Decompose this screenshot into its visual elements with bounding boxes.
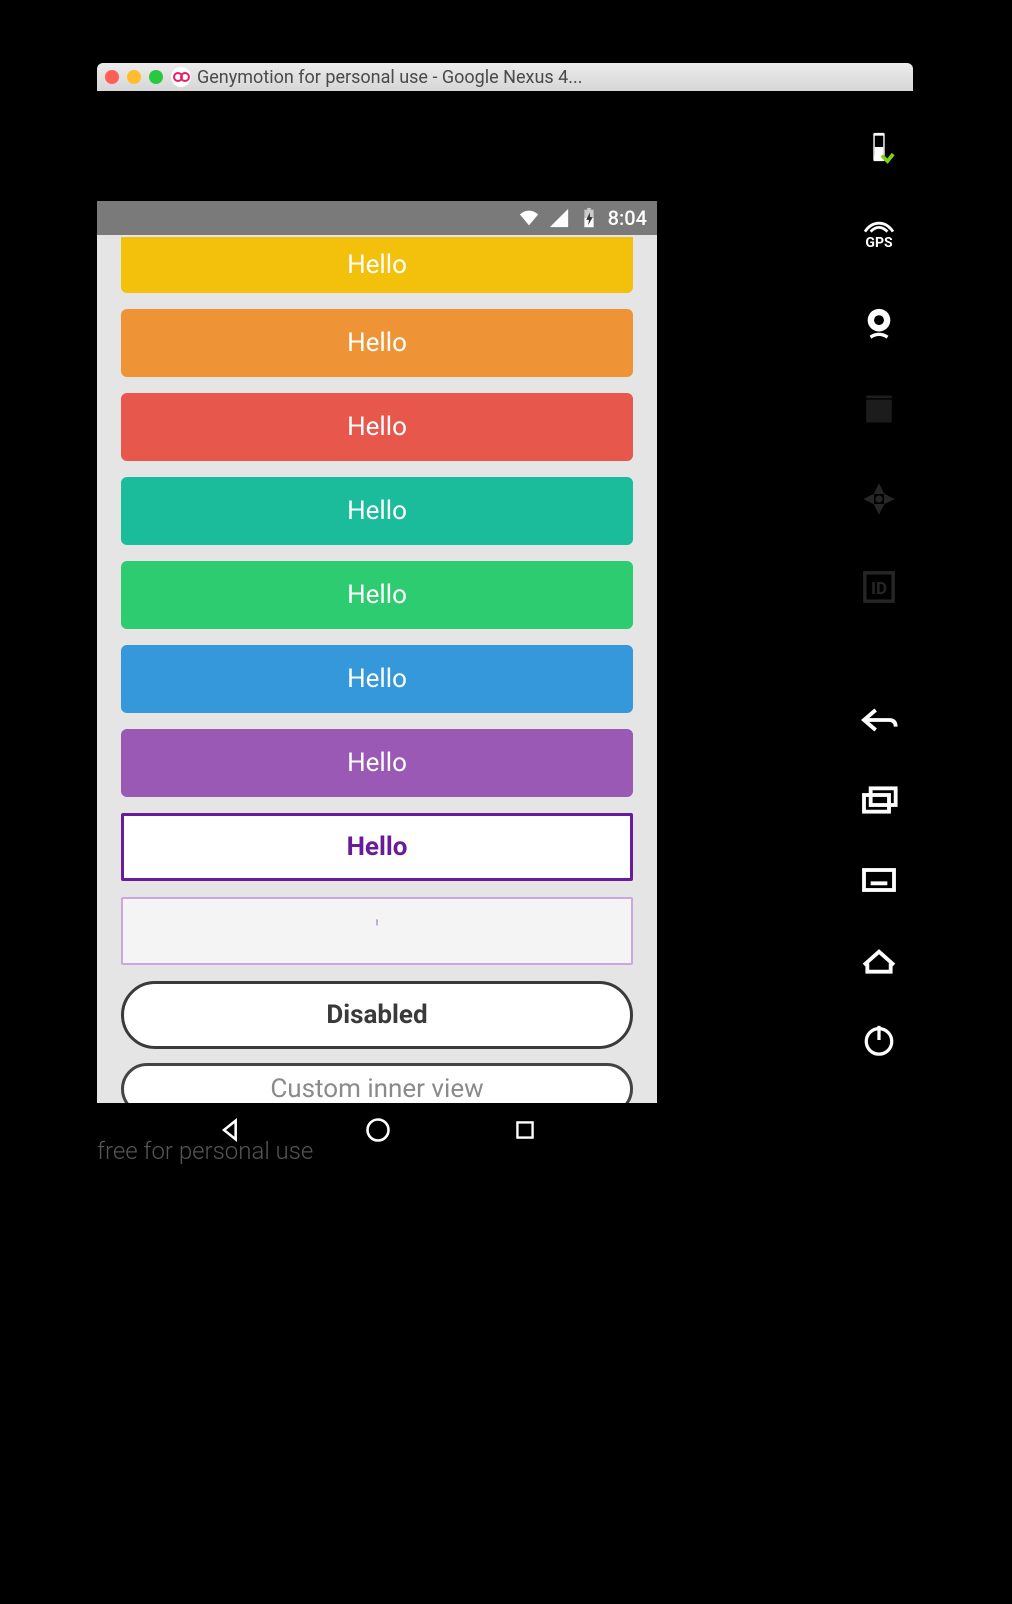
home-hw-button[interactable]	[859, 943, 899, 981]
power-hw-button[interactable]	[859, 1023, 899, 1061]
menu-hw-button[interactable]	[859, 863, 899, 901]
button-teal[interactable]: Hello	[121, 477, 633, 545]
android-status-bar: 8:04	[97, 201, 657, 235]
traffic-lights	[105, 70, 163, 84]
genymotion-app-icon	[171, 67, 191, 87]
window-titlebar: Genymotion for personal use - Google Nex…	[97, 63, 913, 91]
close-window-button[interactable]	[105, 70, 119, 84]
nav-recent-button[interactable]	[512, 1117, 538, 1147]
button-yellow[interactable]: Hello	[121, 237, 633, 293]
remote-control-icon[interactable]	[859, 479, 899, 519]
battery-charging-icon	[578, 207, 600, 229]
button-orange[interactable]: Hello	[121, 309, 633, 377]
minimize-window-button[interactable]	[127, 70, 141, 84]
button-blue[interactable]: Hello	[121, 645, 633, 713]
button-purple[interactable]: Hello	[121, 729, 633, 797]
emulator-body: GPS ID	[97, 91, 913, 1195]
android-hw-buttons	[853, 703, 905, 1107]
button-red[interactable]: Hello	[121, 393, 633, 461]
window-title: Genymotion for personal use - Google Nex…	[197, 67, 905, 88]
identifier-icon[interactable]: ID	[859, 567, 899, 607]
battery-icon[interactable]	[859, 127, 899, 167]
webcam-icon[interactable]	[859, 303, 899, 343]
button-disabled: Disabled	[121, 981, 633, 1049]
button-outline-light[interactable]: '	[121, 897, 633, 965]
cell-signal-icon	[548, 207, 570, 229]
genymotion-toolbar: GPS ID	[853, 127, 905, 607]
gps-icon[interactable]: GPS	[859, 215, 899, 255]
wifi-icon	[518, 207, 540, 229]
emulator-window: Genymotion for personal use - Google Nex…	[97, 63, 913, 1195]
recent-hw-button[interactable]	[859, 783, 899, 821]
screencast-icon[interactable]	[859, 391, 899, 431]
maximize-window-button[interactable]	[149, 70, 163, 84]
device-screen: 8:04 Hello Hello Hello Hello Hello Hello…	[97, 201, 657, 1103]
svg-text:ID: ID	[871, 579, 887, 599]
button-outline-purple[interactable]: Hello	[121, 813, 633, 881]
button-green[interactable]: Hello	[121, 561, 633, 629]
watermark-text: free for personal use	[97, 1137, 313, 1165]
nav-home-button[interactable]	[364, 1116, 392, 1148]
app-content: Hello Hello Hello Hello Hello Hello Hell…	[97, 237, 657, 1103]
back-hw-button[interactable]	[859, 703, 899, 741]
button-custom-inner[interactable]: Custom inner view	[121, 1063, 633, 1103]
status-time: 8:04	[608, 206, 647, 230]
gps-label: GPS	[865, 235, 892, 251]
